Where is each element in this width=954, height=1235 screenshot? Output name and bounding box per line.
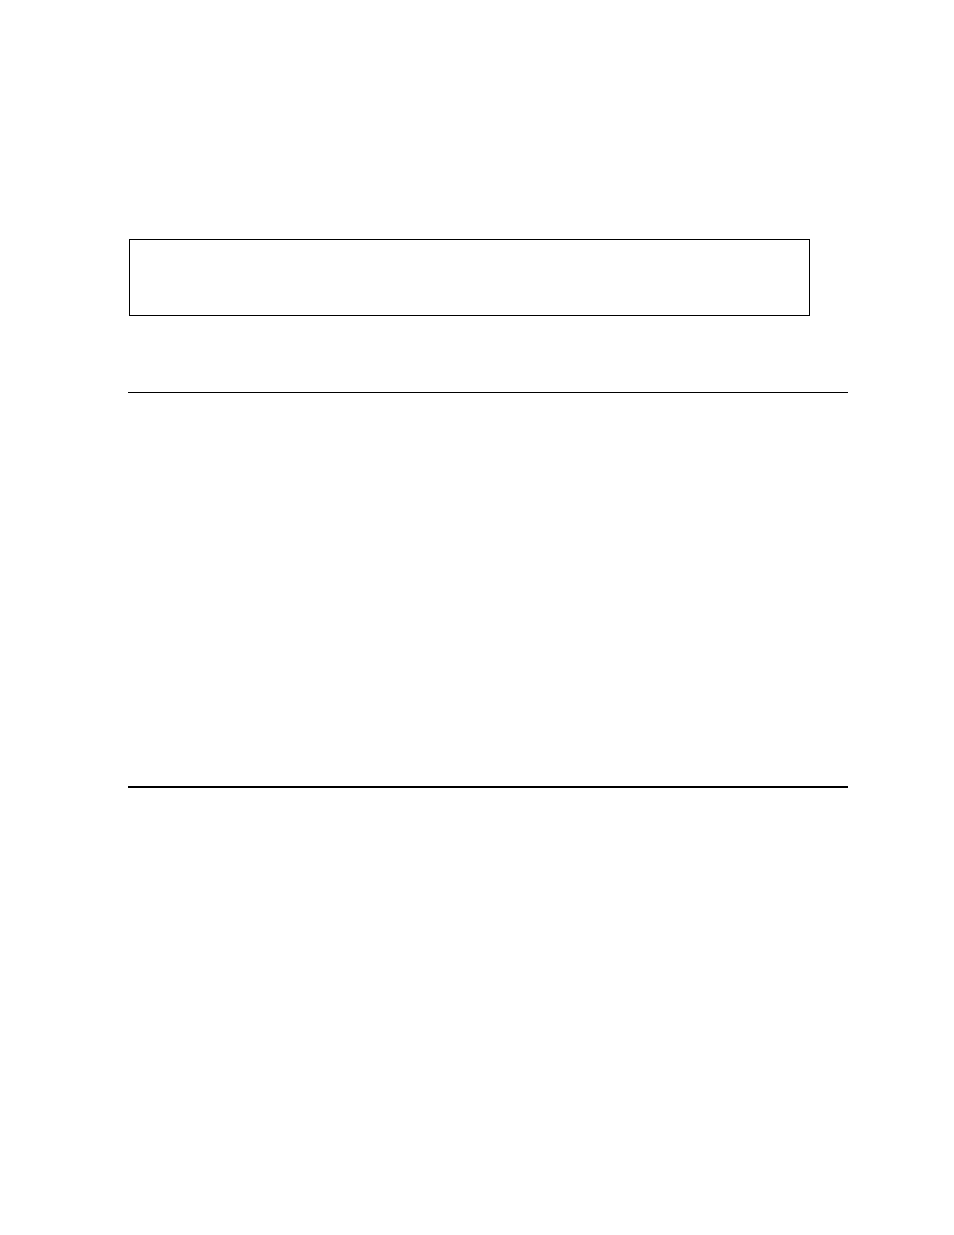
document-page	[0, 0, 954, 1235]
horizontal-rule-thick	[128, 786, 848, 788]
horizontal-rule-thin	[128, 392, 848, 393]
outlined-box	[129, 239, 810, 316]
